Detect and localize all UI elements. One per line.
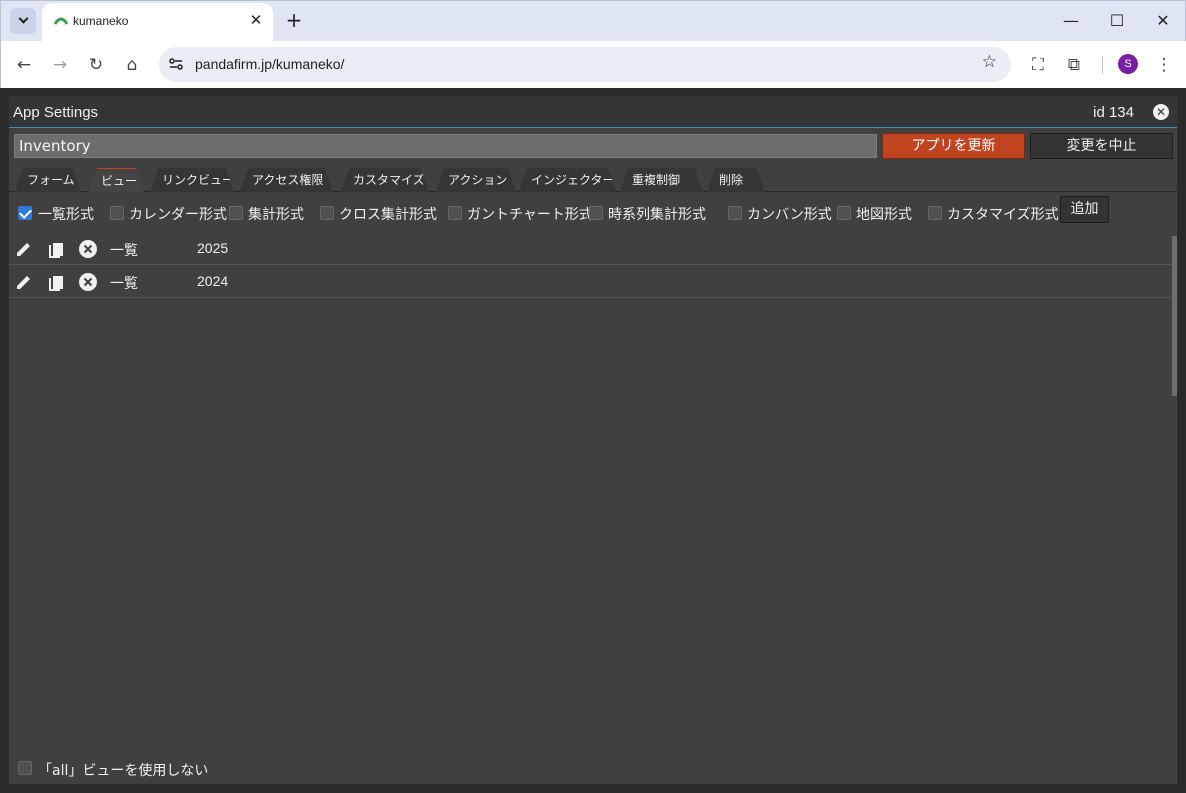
close-icon[interactable]: ✕	[1153, 104, 1169, 120]
label-cross-summary-view: クロス集計形式	[339, 207, 437, 223]
add-view-button[interactable]: 追加	[1060, 196, 1109, 223]
new-tab-button[interactable]: +	[284, 9, 304, 31]
tab-title: kumaneko	[73, 14, 129, 28]
tab-close-icon[interactable]: ✕	[247, 11, 265, 29]
browser-tab-active[interactable]: kumaneko ✕	[42, 3, 273, 41]
view-row: 一覧 2025	[9, 232, 1177, 265]
checkbox-gantt-view[interactable]	[448, 206, 462, 220]
back-arrow-icon[interactable]: ←	[11, 52, 37, 78]
chevron-down-icon	[18, 13, 28, 24]
tab-search-button[interactable]	[10, 8, 36, 34]
bookmark-star-icon[interactable]: ☆	[982, 52, 997, 72]
checkbox-calendar-view[interactable]	[110, 206, 124, 220]
edit-pencil-icon[interactable]	[14, 239, 34, 259]
checkbox-cross-summary-view[interactable]	[320, 206, 334, 220]
home-icon[interactable]: ⌂	[119, 52, 145, 78]
address-bar[interactable]: pandafirm.jp/kumaneko/ ☆	[159, 47, 1011, 82]
checkbox-summary-view[interactable]	[229, 206, 243, 220]
copy-icon[interactable]	[46, 272, 66, 292]
app-settings-modal: App Settings id 134 ✕ Inventory アプリを更新 変…	[8, 95, 1178, 785]
tab-action[interactable]: アクション	[436, 168, 516, 192]
scrollbar[interactable]	[1172, 236, 1177, 396]
label-kanban-view: カンバン形式	[747, 207, 832, 223]
site-settings-icon[interactable]	[167, 55, 185, 73]
cancel-changes-button[interactable]: 変更を中止	[1030, 133, 1173, 159]
update-app-button[interactable]: アプリを更新	[882, 133, 1025, 159]
tab-injector[interactable]: インジェクター	[519, 168, 616, 192]
menu-dots-icon[interactable]: ⋮	[1151, 52, 1177, 78]
copy-icon[interactable]	[46, 239, 66, 259]
edit-pencil-icon[interactable]	[14, 272, 34, 292]
label-custom-view: カスタマイズ形式	[947, 207, 1059, 223]
modal-title: App Settings	[13, 104, 99, 121]
screenshot-icon[interactable]: ⛶	[1025, 52, 1051, 78]
tab-link-view[interactable]: リンクビュー	[150, 168, 234, 192]
extensions-icon[interactable]: ⧉	[1061, 52, 1087, 78]
tab-duplicate-control[interactable]: 重複制御	[620, 168, 703, 192]
window-close-button[interactable]: ✕	[1149, 9, 1177, 33]
tab-delete[interactable]: 削除	[707, 168, 765, 192]
delete-circle-x-icon[interactable]	[78, 272, 98, 292]
label-gantt-view: ガントチャート形式	[467, 207, 593, 223]
view-row: 一覧 2024	[9, 265, 1177, 298]
checkbox-disable-all-view[interactable]	[18, 761, 32, 775]
tab-view[interactable]: ビュー	[89, 168, 144, 192]
browser-chrome: kumaneko ✕ + — ☐ ✕ ← → ↻ ⌂ pandafirm.jp/…	[0, 0, 1186, 89]
view-name-text: 2025	[197, 240, 229, 256]
label-timeseries-view: 時系列集計形式	[608, 207, 706, 223]
label-map-view: 地図形式	[856, 207, 912, 223]
maximize-button[interactable]: ☐	[1103, 9, 1131, 33]
view-type-text: 一覧	[110, 276, 138, 292]
delete-circle-x-icon[interactable]	[78, 239, 98, 259]
modal-header: App Settings id 134 ✕	[9, 96, 1177, 128]
kumaneko-favicon-icon	[53, 17, 69, 25]
app-id-label: id 134	[1093, 104, 1134, 121]
label-summary-view: 集計形式	[248, 207, 304, 223]
view-type-options: 一覧形式 カレンダー形式 集計形式 クロス集計形式 ガントチャート形式 時系列集…	[9, 198, 1177, 226]
checkbox-custom-view[interactable]	[928, 206, 942, 220]
settings-tabs: フォーム ビュー リンクビュー アクセス権限 カスタマイズ アクション インジェ…	[9, 166, 1177, 192]
url-text: pandafirm.jp/kumaneko/	[195, 56, 345, 72]
tab-access[interactable]: アクセス権限	[240, 168, 333, 192]
view-name-text: 2024	[197, 273, 229, 289]
reload-icon[interactable]: ↻	[83, 52, 109, 78]
toolbar-separator	[1102, 56, 1103, 74]
label-calendar-view: カレンダー形式	[129, 207, 227, 223]
tab-customize[interactable]: カスタマイズ	[341, 168, 429, 192]
tab-form[interactable]: フォーム	[15, 168, 81, 192]
forward-arrow-icon[interactable]: →	[47, 52, 73, 78]
label-list-view: 一覧形式	[38, 207, 94, 223]
app-name-input[interactable]: Inventory	[14, 134, 877, 158]
checkbox-list-view[interactable]	[18, 206, 32, 220]
view-type-text: 一覧	[110, 243, 138, 259]
checkbox-kanban-view[interactable]	[728, 206, 742, 220]
browser-toolbar: ← → ↻ ⌂ pandafirm.jp/kumaneko/ ☆ ⛶ ⧉ ⋮	[1, 41, 1186, 89]
minimize-button[interactable]: —	[1057, 9, 1085, 33]
checkbox-timeseries-view[interactable]	[589, 206, 603, 220]
profile-avatar[interactable]: S	[1118, 54, 1138, 74]
label-disable-all-view: 「all」ビューを使用しない	[38, 763, 209, 779]
checkbox-map-view[interactable]	[837, 206, 851, 220]
